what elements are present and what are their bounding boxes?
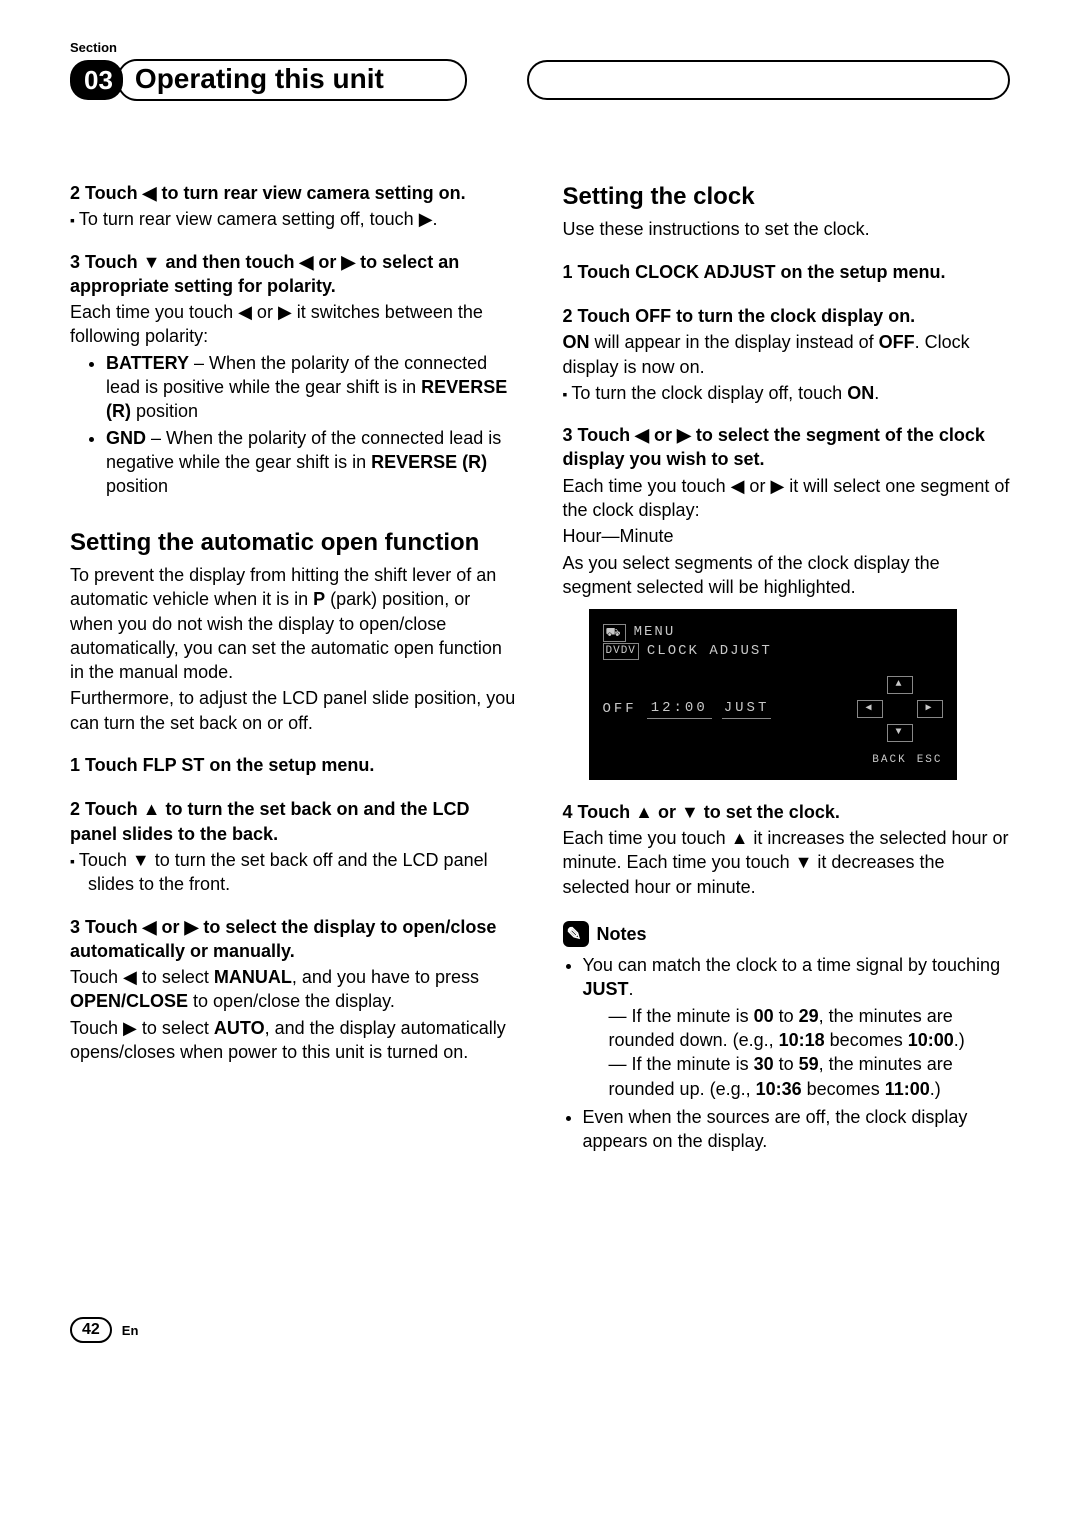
auto-step-2-bullet: Touch ▼ to turn the set back off and the… xyxy=(70,848,518,897)
polarity-gnd: GND – When the polarity of the connected… xyxy=(106,426,518,499)
clock-step-3-p3: As you select segments of the clock disp… xyxy=(563,551,1011,600)
auto-step-3-p2: Touch ▶ to select AUTO, and the display … xyxy=(70,1016,518,1065)
clock-step-2-para: ON will appear in the display instead of… xyxy=(563,330,1011,379)
note-1-dash-2: If the minute is 30 to 59, the minutes a… xyxy=(609,1052,1011,1101)
clock-step-4: 4 Touch ▲ or ▼ to set the clock. xyxy=(563,800,1011,824)
step-2-bullet: To turn rear view camera setting off, to… xyxy=(70,207,518,231)
scr-up-icon: ▲ xyxy=(887,676,913,694)
scr-dvdv: DVDV xyxy=(603,643,639,660)
clock-adjust-screenshot: ⛟ MENU DVDV CLOCK ADJUST OFF 12:00 JUST … xyxy=(589,609,957,780)
note-1: You can match the clock to a time signal… xyxy=(583,953,1011,1101)
right-column: Setting the clock Use these instructions… xyxy=(563,181,1011,1157)
scr-down-icon: ▼ xyxy=(887,724,913,742)
scr-just: JUST xyxy=(722,699,772,719)
notes-label: Notes xyxy=(597,922,647,946)
empty-lozenge xyxy=(527,60,1010,100)
clock-step-3: 3 Touch ◀ or ▶ to select the segment of … xyxy=(563,423,1011,472)
clock-step-2-bullet: To turn the clock display off, touch ON. xyxy=(563,381,1011,405)
scr-clock-adjust: CLOCK ADJUST xyxy=(647,642,772,661)
auto-step-2: 2 Touch ▲ to turn the set back on and th… xyxy=(70,797,518,846)
scr-right-icon: ▶ xyxy=(917,700,943,718)
clock-step-2: 2 Touch OFF to turn the clock display on… xyxy=(563,304,1011,328)
auto-step-1: 1 Touch FLP ST on the setup menu. xyxy=(70,753,518,777)
scr-left-icon: ◀ xyxy=(857,700,883,718)
clock-heading: Setting the clock xyxy=(563,181,1011,213)
chapter-title: Operating this unit xyxy=(117,59,467,101)
scr-esc: ESC xyxy=(917,753,943,768)
note-1-dash-1: If the minute is 00 to 29, the minutes a… xyxy=(609,1004,1011,1053)
car-icon: ⛟ xyxy=(603,624,626,642)
page-footer: 42 En xyxy=(70,1317,1010,1343)
section-label: Section xyxy=(70,40,1010,55)
notes-list: You can match the clock to a time signal… xyxy=(583,953,1011,1153)
clock-step-4-para: Each time you touch ▲ it increases the s… xyxy=(563,826,1011,899)
step-3-heading: 3 Touch ▼ and then touch ◀ or ▶ to selec… xyxy=(70,250,518,299)
scr-menu: MENU xyxy=(634,623,676,642)
notes-heading: Notes xyxy=(563,921,1011,947)
clock-step-3-p1: Each time you touch ◀ or ▶ it will selec… xyxy=(563,474,1011,523)
auto-step-3-p1: Touch ◀ to select MANUAL, and you have t… xyxy=(70,965,518,1014)
chapter-header: 03 Operating this unit xyxy=(70,59,1010,101)
scr-time: 12:00 xyxy=(647,699,712,719)
polarity-battery: BATTERY – When the polarity of the conne… xyxy=(106,351,518,424)
note-2: Even when the sources are off, the clock… xyxy=(583,1105,1011,1154)
clock-step-1: 1 Touch CLOCK ADJUST on the setup menu. xyxy=(563,260,1011,284)
scr-arrow-pad: ▲ ◀ ▶ ▼ xyxy=(857,675,943,743)
notes-icon xyxy=(563,921,589,947)
step-3-para: Each time you touch ◀ or ▶ it switches b… xyxy=(70,300,518,349)
scr-off: OFF xyxy=(603,700,637,719)
auto-step-3: 3 Touch ◀ or ▶ to select the display to … xyxy=(70,915,518,964)
page-language: En xyxy=(122,1323,139,1338)
auto-open-heading: Setting the automatic open function xyxy=(70,527,518,559)
polarity-list: BATTERY – When the polarity of the conne… xyxy=(106,351,518,499)
page-number: 42 xyxy=(70,1317,112,1343)
step-2-heading: 2 Touch ◀ to turn rear view camera setti… xyxy=(70,181,518,205)
section-number-badge: 03 xyxy=(70,60,123,100)
clock-intro: Use these instructions to set the clock. xyxy=(563,217,1011,241)
left-column: 2 Touch ◀ to turn rear view camera setti… xyxy=(70,181,518,1157)
auto-open-para2: Furthermore, to adjust the LCD panel sli… xyxy=(70,686,518,735)
auto-open-para1: To prevent the display from hitting the … xyxy=(70,563,518,684)
clock-step-3-p2: Hour—Minute xyxy=(563,524,1011,548)
scr-back: BACK xyxy=(872,753,906,768)
